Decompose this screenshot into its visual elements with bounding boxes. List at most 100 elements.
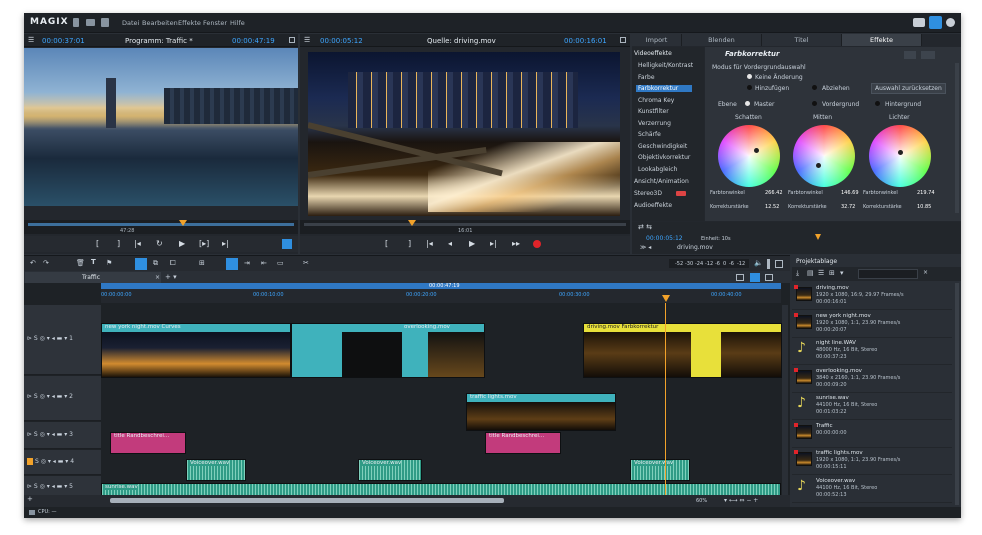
track-controls[interactable]: ⊳ S ◎ ▾ ◂ ▬ ▾ 2 [27, 393, 73, 400]
tools-icon[interactable] [929, 16, 942, 29]
menu-bearbeiten[interactable]: Bearbeiten [142, 19, 178, 27]
mark-in-button[interactable]: [ [96, 239, 99, 248]
render-icon[interactable] [282, 239, 292, 249]
close-tab-icon[interactable]: × [155, 274, 160, 281]
list-view-icon[interactable] [765, 274, 773, 281]
marker-icon[interactable]: ⚑ [106, 259, 112, 267]
tab-import[interactable]: Import [632, 34, 682, 46]
add-track-icon[interactable]: + [27, 495, 33, 503]
radio-keine-aenderung[interactable] [747, 74, 752, 79]
zoom-controls[interactable]: ▾ ⟷ ⇔ − + [724, 497, 758, 504]
mark-out-button[interactable]: ] [408, 239, 411, 248]
timeline-playhead[interactable] [665, 303, 666, 506]
storyboard-icon[interactable] [750, 273, 760, 282]
project-item[interactable]: new york night.mov 1920 x 1080, 1:1, 23.9… [792, 311, 952, 338]
maximize-icon[interactable] [289, 37, 295, 43]
clip-voiceover-2[interactable]: Voiceover.wav [358, 459, 422, 481]
tab-blenden[interactable]: Blenden [682, 34, 762, 46]
color-wheel-schatten[interactable] [718, 125, 780, 187]
clip-new-york-night[interactable]: new york night.mov Curves [101, 323, 291, 378]
volume-slider[interactable] [767, 259, 770, 269]
project-item[interactable]: Traffic 00:00:00:00 [792, 421, 952, 448]
effect-item-lookabgleich[interactable]: Lookabgleich [638, 166, 677, 173]
import-icon[interactable]: ⤓ [796, 269, 799, 278]
radio-hintergrund[interactable] [875, 101, 880, 106]
pointer-tool-icon[interactable] [226, 258, 238, 270]
folder-icon[interactable]: ▤ [807, 269, 814, 277]
title-icon[interactable]: T [91, 258, 96, 266]
effect-item-kunstfilter[interactable]: Kunstfilter [638, 108, 669, 115]
preset-button[interactable] [921, 51, 935, 59]
project-item[interactable]: overlooking.mov 3840 x 2160, 1:1, 23.90 F… [792, 366, 952, 393]
wheel-handle[interactable] [898, 150, 903, 155]
clip-traffic-lights[interactable]: traffic lights.mov [466, 393, 616, 431]
wheel-handle[interactable] [816, 163, 821, 168]
insert-button[interactable]: ▸▸ [512, 239, 520, 248]
effect-item-schaerfe[interactable]: Schärfe [638, 131, 661, 138]
group-icon[interactable]: ⧉ [153, 259, 158, 268]
play-button[interactable]: ▶ [469, 239, 475, 248]
program-playhead-marker[interactable] [179, 220, 187, 226]
menu-hilfe[interactable]: Hilfe [230, 19, 245, 27]
project-item[interactable]: ♪ sunrise.wav 44100 Hz, 16 Bit, Stereo 00:0… [792, 393, 952, 420]
timeline-vscroll[interactable] [782, 305, 788, 505]
snap-icon[interactable]: ⊞ [199, 259, 205, 267]
project-scrollbar[interactable] [955, 283, 959, 505]
track-controls[interactable]: S ◎ ▾ ◂ ▬ ▾ 4 [35, 458, 74, 465]
prev-frame-button[interactable]: ◂ [448, 239, 452, 248]
redo-icon[interactable]: ↷ [43, 259, 49, 267]
mark-in-button[interactable]: [ [385, 239, 388, 248]
mixer-icon[interactable] [775, 260, 783, 268]
hamburger-icon[interactable]: ☰ [28, 36, 34, 44]
filter-icon[interactable]: ▾ [840, 269, 844, 277]
radio-vordergrund[interactable] [812, 101, 817, 106]
trim-tool-icon[interactable]: ⇥ [244, 259, 250, 267]
panel-scrollbar[interactable] [955, 63, 959, 213]
hamburger-icon[interactable]: ☰ [304, 36, 310, 44]
kf-arrows-icon[interactable]: ⇄ ⇆ [638, 223, 652, 231]
color-wheel-lichter[interactable] [869, 125, 931, 187]
timeline-hscroll[interactable] [110, 498, 504, 503]
next-frame-button[interactable]: ▸| [490, 239, 497, 248]
cut-icon[interactable]: ✂ [303, 259, 309, 267]
effects-category[interactable]: Videoeffekte [634, 50, 672, 57]
effect-group-ansicht[interactable]: Ansicht/Animation [634, 178, 689, 185]
program-seekbar[interactable]: 47:28 [24, 220, 298, 234]
next-frame-button[interactable]: [▸] [199, 239, 209, 248]
project-item[interactable]: ♪ night line.WAV 48000 Hz, 16 Bit, Stereo 0… [792, 338, 952, 365]
kf-nav-icon[interactable]: ≫ ◂ [640, 244, 651, 251]
clip-voiceover-1[interactable]: Voiceover.wav [186, 459, 246, 481]
radio-abziehen[interactable] [812, 85, 817, 90]
radio-master[interactable] [745, 101, 750, 106]
track-controls[interactable]: ⊳ S ◎ ▾ ◂ ▬ ▾ 1 [27, 335, 73, 342]
ruler-playhead[interactable] [662, 295, 670, 302]
play-button[interactable]: ▶ [179, 239, 185, 248]
tab-effekte[interactable]: Effekte [842, 34, 922, 46]
delete-icon[interactable]: 🗑 [76, 259, 85, 267]
layout-icon[interactable] [736, 274, 744, 281]
open-folder-icon[interactable] [86, 19, 95, 26]
effect-item-objektivkorrektur[interactable]: Objektivkorrektur [638, 154, 690, 161]
close-icon[interactable]: × [923, 269, 928, 276]
kf-playhead[interactable] [815, 234, 821, 240]
ungroup-icon[interactable]: ⧠ [170, 259, 176, 268]
maximize-icon[interactable] [620, 37, 626, 43]
grid-icon[interactable]: ⊞ [829, 269, 835, 277]
reset-selection-button[interactable]: Auswahl zurücksetzen [871, 83, 946, 94]
source-playhead-marker[interactable] [408, 220, 416, 226]
effect-item-verzerrung[interactable]: Verzerrung [638, 120, 671, 127]
slip-tool-icon[interactable]: ⇤ [261, 259, 267, 267]
tab-titel[interactable]: Titel [762, 34, 842, 46]
clip-title-2[interactable]: title Randbeschrei… [485, 432, 561, 454]
prev-marker-button[interactable]: |◂ [426, 239, 433, 248]
source-seekbar[interactable]: 16:01 [300, 220, 630, 234]
project-item[interactable]: ♪ Voiceover.wav 44100 Hz, 16 Bit, Stereo 00… [792, 476, 952, 503]
menu-datei[interactable]: Datei [122, 19, 139, 27]
undo-icon[interactable]: ↶ [30, 259, 36, 267]
effect-item-chroma-key[interactable]: Chroma Key [638, 97, 674, 104]
settings-icon[interactable] [946, 18, 955, 27]
radio-hinzufuegen[interactable] [747, 85, 752, 90]
track-controls[interactable]: ⊳ S ◎ ▾ ◂ ▬ ▾ 5 [27, 483, 73, 490]
loop-button[interactable]: ↻ [156, 239, 163, 248]
timeline-ruler[interactable]: 00:00:47:19 00:00:00:00 00:00:10:00 00:0… [101, 283, 781, 303]
